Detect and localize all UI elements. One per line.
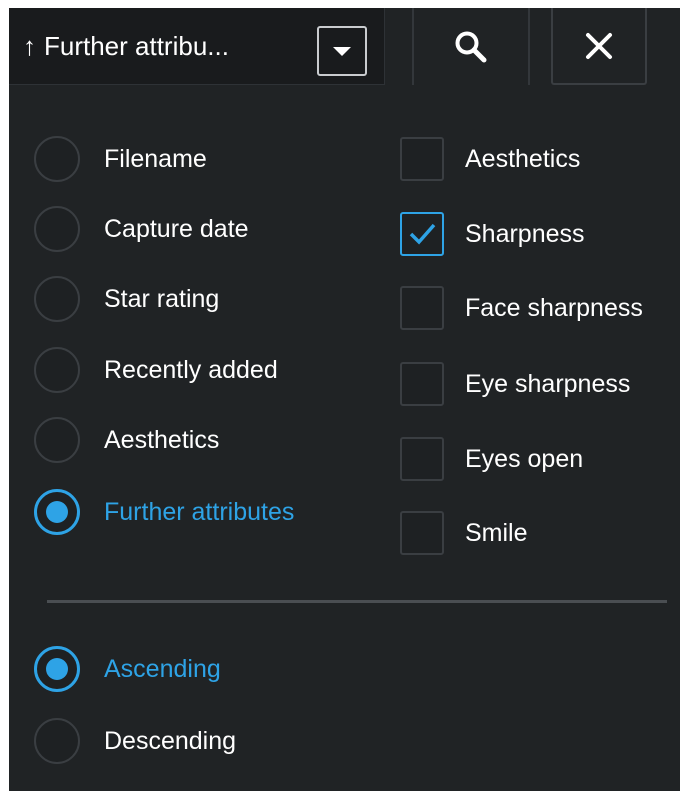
chevron-down-icon [333, 46, 351, 56]
radio-option-capture-date[interactable]: Capture date [34, 206, 249, 252]
checkbox-label: Sharpness [465, 219, 585, 248]
radio-option-aesthetics[interactable]: Aesthetics [34, 417, 219, 463]
close-button[interactable] [551, 8, 647, 85]
radio-button-selected[interactable] [34, 489, 80, 535]
radio-option-ascending[interactable]: Ascending [34, 646, 221, 692]
radio-option-star-rating[interactable]: Star rating [34, 276, 219, 322]
radio-button[interactable] [34, 417, 80, 463]
checkbox[interactable] [400, 437, 444, 481]
radio-button[interactable] [34, 206, 80, 252]
toolbar-divider [528, 8, 530, 85]
toolbar: ↑ Further attribu... [9, 8, 680, 85]
radio-button[interactable] [34, 718, 80, 764]
radio-button-selected[interactable] [34, 646, 80, 692]
checkbox-option-smile[interactable]: Smile [400, 511, 528, 555]
radio-option-filename[interactable]: Filename [34, 136, 207, 182]
checkmark-icon [409, 223, 436, 245]
search-icon [455, 31, 487, 62]
close-icon [586, 32, 612, 59]
checkbox[interactable] [400, 362, 444, 406]
radio-label: Filename [104, 144, 207, 173]
checkbox-checked[interactable] [400, 212, 444, 256]
radio-label: Recently added [104, 355, 278, 384]
radio-label: Descending [104, 726, 237, 755]
checkbox-label: Aesthetics [465, 144, 581, 173]
radio-button[interactable] [34, 347, 80, 393]
radio-button[interactable] [34, 276, 80, 322]
sort-direction-arrow-icon[interactable]: ↑ [23, 31, 36, 62]
checkbox-option-eye-sharpness[interactable]: Eye sharpness [400, 362, 630, 406]
sort-field-button[interactable]: ↑ Further attribu... [9, 8, 385, 85]
checkbox[interactable] [400, 511, 444, 555]
checkbox-label: Eyes open [465, 444, 584, 473]
checkbox-option-sharpness[interactable]: Sharpness [400, 212, 585, 256]
checkbox[interactable] [400, 286, 444, 330]
sort-panel: ↑ Further attribu... Filename Capture da… [9, 8, 680, 791]
section-divider [47, 600, 667, 603]
checkbox-option-face-sharpness[interactable]: Face sharpness [400, 286, 643, 330]
radio-option-recently-added[interactable]: Recently added [34, 347, 278, 393]
radio-label: Aesthetics [104, 425, 220, 454]
radio-label: Star rating [104, 284, 220, 313]
radio-option-further-attributes[interactable]: Further attributes [34, 489, 294, 535]
checkbox-label: Face sharpness [465, 293, 643, 322]
radio-label: Further attributes [104, 497, 295, 526]
sort-dropdown-toggle[interactable] [317, 26, 367, 76]
radio-button[interactable] [34, 136, 80, 182]
checkbox[interactable] [400, 137, 444, 181]
checkbox-label: Smile [465, 518, 528, 547]
radio-label: Capture date [104, 214, 249, 243]
checkbox-label: Eye sharpness [465, 369, 631, 398]
radio-option-descending[interactable]: Descending [34, 718, 236, 764]
radio-label: Ascending [104, 654, 221, 683]
search-button[interactable] [413, 8, 529, 85]
sort-field-label: Further attribu... [44, 30, 229, 61]
checkbox-option-eyes-open[interactable]: Eyes open [400, 437, 583, 481]
checkbox-option-aesthetics[interactable]: Aesthetics [400, 137, 580, 181]
